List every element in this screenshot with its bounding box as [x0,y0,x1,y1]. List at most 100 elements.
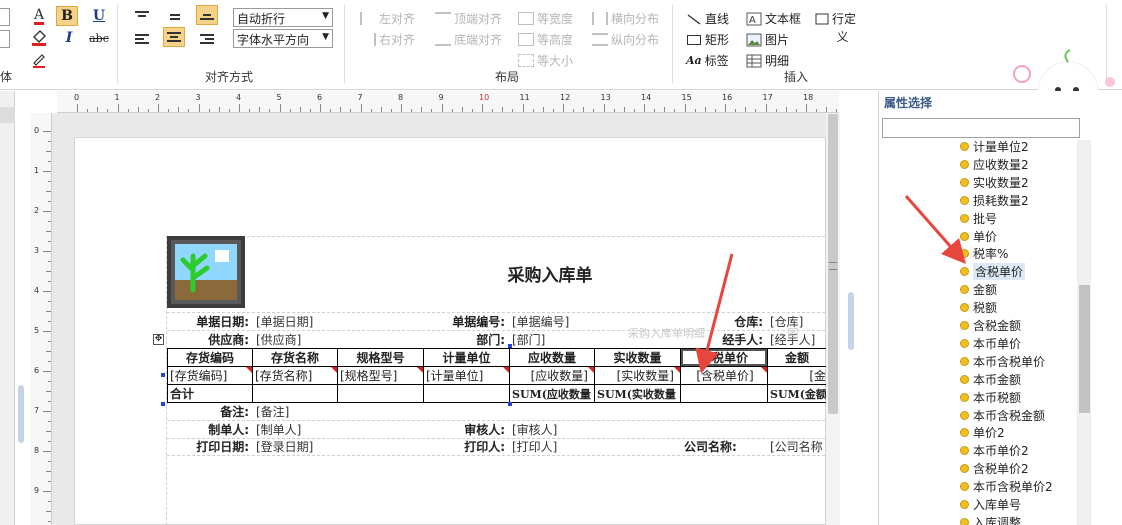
property-item[interactable]: 本币金额 [960,371,1021,388]
fill-color-icon[interactable] [28,28,50,48]
property-item[interactable]: 计量单位2 [960,138,1029,155]
company-label[interactable]: 公司名称: [682,438,766,455]
h-distribute-button[interactable]: 横向分布 [592,10,659,27]
cell-tax-price[interactable]: [含税单价] [680,366,768,385]
cell-code[interactable]: [存货编码] [167,366,253,385]
equal-size-button[interactable]: 等大小 [518,52,573,69]
dept-label[interactable]: 部门: [425,331,508,348]
font-direction-select[interactable]: 字体水平方向 ▼ [233,29,333,48]
align-bottom-icon[interactable] [196,5,218,25]
col-header-name[interactable]: 存货名称 [252,348,338,367]
property-item[interactable]: 损耗数量2 [960,192,1029,209]
property-item[interactable]: 含税单价 [960,263,1026,281]
align-right-icon[interactable] [196,29,218,49]
property-item[interactable]: 本币含税单价2 [960,478,1053,495]
equal-height-button[interactable]: 等高度 [518,31,573,48]
doc-date-field[interactable]: [单据日期] [254,313,424,330]
maker-field[interactable]: [制单人] [254,421,424,438]
property-item[interactable]: 批号 [960,210,997,227]
property-item[interactable]: 本币税额 [960,389,1021,406]
dept-field[interactable]: [部门] [510,331,630,348]
doc-no-label[interactable]: 单据编号: [425,313,508,330]
selection-handle[interactable] [161,373,165,377]
align-top-icon[interactable] [131,7,153,27]
properties-scrollbar-thumb[interactable] [1079,285,1090,413]
col-header-due-qty[interactable]: 应收数量 [509,348,595,367]
cell-due-qty[interactable]: [应收数量] [509,366,595,385]
doc-date-label[interactable]: 单据日期: [167,313,252,330]
property-item[interactable]: 税额 [960,299,997,316]
total-actual-qty[interactable]: SUM(实收数量 [594,384,681,403]
insert-line-button[interactable]: 直线 [686,10,729,27]
property-item[interactable]: 入库调整 [960,514,1021,525]
top-align-button[interactable]: 顶端对齐 [435,10,502,27]
property-item[interactable]: 应收数量2 [960,156,1029,173]
align-center-icon[interactable] [163,27,185,47]
col-header-spec[interactable]: 规格型号 [337,348,424,367]
selection-handle[interactable] [508,402,512,406]
bold-button[interactable]: B [56,6,78,26]
maker-label[interactable]: 制单人: [167,421,252,438]
property-item[interactable]: 本币单价2 [960,442,1029,459]
auditor-field[interactable]: [审核人] [510,421,680,438]
remark-field[interactable]: [备注] [254,403,454,420]
align-middle-icon[interactable] [164,7,186,27]
left-align-button[interactable]: 左对齐 [360,10,415,27]
printer-label[interactable]: 打印人: [425,438,508,455]
insert-label-button[interactable]: Aa 标签 [686,52,729,69]
remark-label[interactable]: 备注: [167,403,252,420]
left-panel-grip[interactable] [18,385,24,443]
property-item[interactable]: 本币含税单价 [960,353,1045,370]
insert-row-def-button[interactable]: 行定 义 [815,10,856,45]
underline-button[interactable]: U [88,6,110,26]
total-label[interactable]: 合计 [167,384,253,403]
right-align-button[interactable]: 右对齐 [360,31,415,48]
supplier-label[interactable]: 供应商: [167,331,252,348]
equal-width-button[interactable]: 等宽度 [518,10,573,27]
font-size-dropdown-edge[interactable] [0,8,10,26]
col-header-tax-price[interactable]: 含税单价 [680,348,768,367]
total-cell-spec[interactable] [337,384,424,403]
property-item[interactable]: 实收数量2 [960,174,1029,191]
selection-handle[interactable] [161,402,165,406]
property-item[interactable]: 金额 [960,281,997,298]
font-color-button[interactable]: A [28,6,50,26]
property-item[interactable]: 含税金额 [960,317,1021,334]
total-cell-name[interactable] [252,384,338,403]
property-item[interactable]: 本币含税金额 [960,407,1045,424]
property-item[interactable]: 单价2 [960,424,1005,441]
supplier-field[interactable]: [供应商] [254,331,424,348]
col-header-unit[interactable]: 计量单位 [423,348,510,367]
property-item[interactable]: 税率% [960,245,1008,262]
properties-search-input[interactable] [882,118,1080,138]
insert-rect-button[interactable]: 矩形 [686,31,729,48]
total-due-qty[interactable]: SUM(应收数量 [509,384,595,403]
border-color-icon[interactable] [28,50,50,70]
cell-actual-qty[interactable]: [实收数量] [594,366,681,385]
company-field[interactable]: [公司名称 [768,438,826,455]
print-date-field[interactable]: [登录日期] [254,438,424,455]
col-header-amount[interactable]: 金额 [767,348,826,367]
cell-amount[interactable]: [金 [767,366,826,385]
right-panel-grip[interactable] [848,292,854,350]
v-distribute-button[interactable]: 纵向分布 [592,31,659,48]
insert-image-button[interactable]: 图片 [746,31,789,48]
align-left-icon[interactable] [131,29,153,49]
total-cell-unit[interactable] [423,384,510,403]
property-item[interactable]: 含税单价2 [960,460,1029,477]
property-item[interactable]: 本币单价 [960,335,1021,352]
wrap-mode-select[interactable]: 自动折行 ▼ [233,8,333,27]
font-size-dropdown-edge-2[interactable] [0,30,10,48]
print-date-label[interactable]: 打印日期: [167,438,252,455]
insert-detail-button[interactable]: 明细 [746,52,789,69]
col-header-actual-qty[interactable]: 实收数量 [594,348,681,367]
total-cell-tax-price[interactable] [680,384,768,403]
move-handle-icon[interactable]: ✥ [153,334,164,345]
report-title[interactable]: 采购入库单 [480,260,620,286]
insert-textbox-button[interactable]: A 文本框 [746,10,801,27]
cell-unit[interactable]: [计量单位] [423,366,510,385]
strikethrough-button[interactable]: abc [88,28,110,48]
col-header-code[interactable]: 存货编码 [167,348,253,367]
logo-image[interactable] [167,236,245,308]
property-item[interactable]: 入库单号 [960,496,1021,513]
